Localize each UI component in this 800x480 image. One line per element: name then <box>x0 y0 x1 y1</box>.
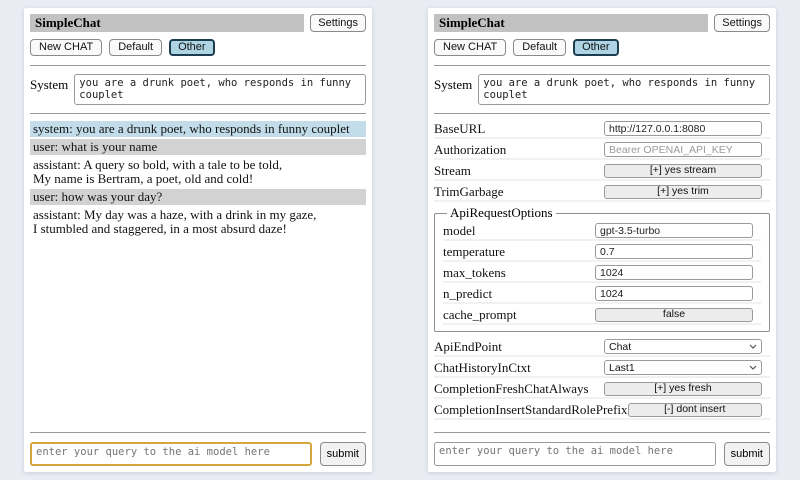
system-prompt-row: System you are a drunk poet, who respond… <box>30 74 366 105</box>
chat-message-system: systemyou are a drunk poet, who responds… <box>30 121 366 137</box>
setting-label: ApiEndPoint <box>434 339 604 355</box>
settings-view-panel: SimpleChat Settings New CHAT Default Oth… <box>428 8 776 472</box>
n-predict-input[interactable] <box>595 286 753 301</box>
completion-insert-role-prefix-toggle-button[interactable]: [-] dont insert <box>628 403 762 417</box>
setting-row-authorization: Authorization <box>434 141 770 160</box>
setting-row-temperature: temperature <box>443 243 761 262</box>
model-input[interactable] <box>595 223 753 238</box>
separator <box>434 65 770 66</box>
message-role: user <box>33 189 62 204</box>
fieldset-legend: ApiRequestOptions <box>447 205 556 221</box>
setting-row-model: model <box>443 222 761 241</box>
setting-row-cache-prompt: cache_prompt false <box>443 306 761 325</box>
submit-button[interactable]: submit <box>320 442 366 466</box>
system-label: System <box>434 74 472 93</box>
system-label: System <box>30 74 68 93</box>
two-view-stage: SimpleChat Settings New CHAT Default Oth… <box>0 0 800 480</box>
chat-history-in-ctxt-select[interactable]: Last1 <box>604 360 762 375</box>
setting-label: Authorization <box>434 142 604 158</box>
setting-label: model <box>443 223 595 239</box>
setting-row-max-tokens: max_tokens <box>443 264 761 283</box>
message-role: user <box>33 139 62 154</box>
query-row: submit <box>30 442 366 466</box>
app-title-bar: SimpleChat <box>434 14 708 32</box>
setting-label: temperature <box>443 244 595 260</box>
chevron-down-icon <box>749 365 757 370</box>
query-input[interactable] <box>434 442 716 466</box>
selected-option: Last1 <box>609 362 635 374</box>
settings-button[interactable]: Settings <box>310 14 366 32</box>
chat-message-user: userwhat is your name <box>30 139 366 155</box>
chat-message-assistant: assistantA query so bold, with a tale to… <box>30 157 366 187</box>
settings-list: BaseURL Authorization Stream [+] yes str… <box>434 118 770 428</box>
title-bar: SimpleChat Settings <box>434 14 770 32</box>
app-title: SimpleChat <box>439 15 505 30</box>
api-request-options-fieldset: ApiRequestOptions model temperature max_… <box>434 205 770 332</box>
setting-row-n-predict: n_predict <box>443 285 761 304</box>
separator <box>434 113 770 114</box>
separator <box>30 432 366 433</box>
query-input[interactable] <box>30 442 312 466</box>
message-role: assistant <box>33 207 84 222</box>
setting-label: max_tokens <box>443 265 595 281</box>
system-prompt-input[interactable]: you are a drunk poet, who responds in fu… <box>478 74 770 105</box>
settings-button[interactable]: Settings <box>714 14 770 32</box>
trim-garbage-toggle-button[interactable]: [+] yes trim <box>604 185 762 199</box>
message-text: how was your day? <box>62 189 163 204</box>
message-role: assistant <box>33 157 83 172</box>
session-buttons: New CHAT Default Other <box>30 39 366 56</box>
chat-message-assistant: assistantMy day was a haze, with a drink… <box>30 207 366 237</box>
app-title: SimpleChat <box>35 15 101 30</box>
message-role: system <box>33 121 76 136</box>
setting-row-apiendpoint: ApiEndPoint Chat <box>434 338 770 357</box>
message-text: what is your name <box>62 139 158 154</box>
message-text: you are a drunk poet, who responds in fu… <box>76 121 350 136</box>
separator <box>30 65 366 66</box>
setting-label: CompletionFreshChatAlways <box>434 381 604 397</box>
new-chat-button[interactable]: New CHAT <box>30 39 102 56</box>
session-tab-default[interactable]: Default <box>513 39 566 56</box>
setting-label: ChatHistoryInCtxt <box>434 360 604 376</box>
setting-row-completioninsertstandardroleprefix: CompletionInsertStandardRolePrefix [-] d… <box>434 401 770 420</box>
setting-label: CompletionInsertStandardRolePrefix <box>434 402 628 418</box>
separator <box>434 432 770 433</box>
title-bar: SimpleChat Settings <box>30 14 366 32</box>
setting-label: cache_prompt <box>443 307 595 323</box>
separator <box>30 113 366 114</box>
cache-prompt-toggle-button[interactable]: false <box>595 308 753 322</box>
session-tab-other[interactable]: Other <box>169 39 215 56</box>
setting-row-stream: Stream [+] yes stream <box>434 162 770 181</box>
authorization-input[interactable] <box>604 142 762 157</box>
base-url-input[interactable] <box>604 121 762 136</box>
session-tab-default[interactable]: Default <box>109 39 162 56</box>
setting-row-completionfreshchatalways: CompletionFreshChatAlways [+] yes fresh <box>434 380 770 399</box>
chat-message-list: systemyou are a drunk poet, who responds… <box>30 118 366 428</box>
setting-row-trimgarbage: TrimGarbage [+] yes trim <box>434 183 770 202</box>
session-tab-other[interactable]: Other <box>573 39 619 56</box>
completion-fresh-chat-toggle-button[interactable]: [+] yes fresh <box>604 382 762 396</box>
max-tokens-input[interactable] <box>595 265 753 280</box>
system-prompt-row: System you are a drunk poet, who respond… <box>434 74 770 105</box>
setting-row-baseurl: BaseURL <box>434 120 770 139</box>
stream-toggle-button[interactable]: [+] yes stream <box>604 164 762 178</box>
system-prompt-input[interactable]: you are a drunk poet, who responds in fu… <box>74 74 366 105</box>
setting-label: Stream <box>434 163 604 179</box>
setting-label: TrimGarbage <box>434 184 604 200</box>
chevron-down-icon <box>749 344 757 349</box>
temperature-input[interactable] <box>595 244 753 259</box>
new-chat-button[interactable]: New CHAT <box>434 39 506 56</box>
session-buttons: New CHAT Default Other <box>434 39 770 56</box>
submit-button[interactable]: submit <box>724 442 770 466</box>
setting-label: n_predict <box>443 286 595 302</box>
setting-label: BaseURL <box>434 121 604 137</box>
selected-option: Chat <box>609 341 631 353</box>
app-title-bar: SimpleChat <box>30 14 304 32</box>
setting-row-chathistoryinctxt: ChatHistoryInCtxt Last1 <box>434 359 770 378</box>
chat-message-user: userhow was your day? <box>30 189 366 205</box>
api-endpoint-select[interactable]: Chat <box>604 339 762 354</box>
query-row: submit <box>434 442 770 466</box>
chat-view-panel: SimpleChat Settings New CHAT Default Oth… <box>24 8 372 472</box>
